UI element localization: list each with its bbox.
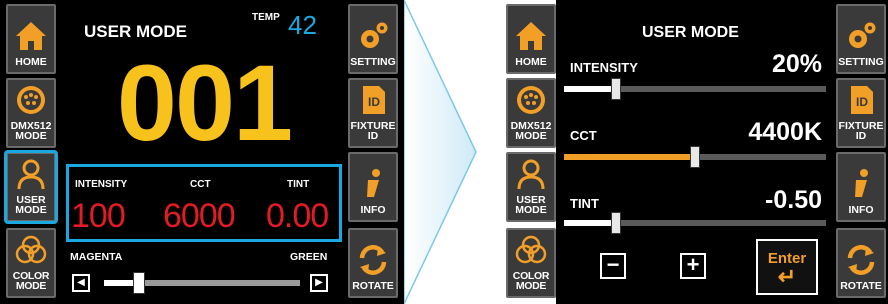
gears-icon [844,19,878,53]
color-circles-icon [514,233,548,267]
cct-value: 6000 [163,197,236,235]
user-icon [514,157,548,191]
rotate-button[interactable]: ROTATE [348,228,398,298]
cct-slider[interactable] [564,146,826,168]
tint-value: 0.00 [266,197,329,235]
setting-button[interactable]: SETTING [348,4,398,74]
tint-slider-thumb[interactable] [133,272,145,294]
color-mode-button-detail[interactable]: COLOR MODE [506,228,556,298]
fixture-id-label: FIXTURE ID [350,120,396,142]
intensity-slider-thumb[interactable] [611,78,621,100]
user-mode-button-detail[interactable]: USER MODE [506,152,556,222]
dmx-connector-icon [14,83,48,117]
tint-label: TINT [287,179,310,190]
minus-button[interactable]: − [600,253,626,279]
color-circles-icon [14,233,48,267]
dmx512-mode-button-detail[interactable]: DMX512 MODE [506,78,556,148]
info-icon [356,167,390,201]
color-mode-button[interactable]: COLOR MODE [6,228,56,298]
cct-slider-label: CCT [570,128,597,143]
rotate-label: ROTATE [352,280,394,292]
rotate-icon [844,243,878,277]
dmx512-mode-label: DMX512 MODE [10,120,52,142]
svg-text:ID: ID [856,95,868,109]
id-card-icon: ID [356,83,390,117]
home-button-detail[interactable]: HOME [506,4,556,74]
home-icon [514,19,548,53]
setting-button-detail[interactable]: SETTING [836,4,886,74]
tint-slider-fill [564,220,616,226]
tint-slider-detail[interactable] [564,212,826,234]
magenta-label: MAGENTA [70,251,123,263]
main-screen: HOME DMX512 MODE USER MODE COLOR MODE SE… [0,0,404,304]
user-mode-label: USER MODE [515,194,547,216]
info-button-detail[interactable]: INFO [836,152,886,222]
tint-slider-label: TINT [570,196,599,211]
green-label: GREEN [290,251,328,263]
home-button[interactable]: HOME [6,4,56,74]
gears-icon [356,19,390,53]
temp-label: TEMP [252,12,280,23]
rotate-label: ROTATE [840,280,882,292]
intensity-slider-label: INTENSITY [570,60,638,75]
setting-label: SETTING [838,56,884,68]
user-icon [14,157,48,191]
intensity-value: 100 [71,197,126,235]
cct-slider-thumb[interactable] [690,146,700,168]
home-icon [14,19,48,53]
user-mode-label: USER MODE [15,194,47,216]
cct-slider-fill [564,154,695,160]
cct-label: CCT [190,179,211,190]
dmx-connector-icon [514,83,548,117]
enter-arrow-icon: ↵ [777,264,797,289]
dmx512-mode-button[interactable]: DMX512 MODE [6,78,56,148]
fixture-id-button[interactable]: ID FIXTURE ID [348,78,398,148]
rotate-icon [356,243,390,277]
plus-button[interactable]: + [680,253,706,279]
tint-slider-value: -0.50 [765,186,822,214]
home-button-label: HOME [515,56,547,68]
fixture-id-label: FIXTURE ID [838,120,884,142]
info-label: INFO [848,204,874,216]
tint-decrease-button[interactable]: ◀ [72,274,90,292]
tint-slider[interactable] [104,272,300,294]
info-label: INFO [360,204,386,216]
setting-label: SETTING [350,56,396,68]
intensity-label: INTENSITY [75,179,128,190]
intensity-slider-value: 20% [771,50,822,78]
detail-title: USER MODE [642,24,739,41]
rotate-button-detail[interactable]: ROTATE [836,228,886,298]
id-card-icon: ID [844,83,878,117]
color-mode-label: COLOR MODE [12,270,50,292]
enter-button[interactable]: Enter ↵ [756,239,818,295]
tint-increase-button[interactable]: ▶ [310,274,328,292]
intensity-slider-fill [564,86,616,92]
fixture-id-button-detail[interactable]: ID FIXTURE ID [836,78,886,148]
tint-slider-thumb[interactable] [611,212,621,234]
user-mode-button[interactable]: USER MODE [4,150,58,224]
color-mode-label: COLOR MODE [512,270,550,292]
intensity-slider[interactable] [564,78,826,100]
info-button[interactable]: INFO [348,152,398,222]
parameter-panel[interactable]: INTENSITY CCT TINT 100 6000 0.00 [66,164,342,242]
home-button-label: HOME [15,56,47,68]
temp-value: 42 [288,10,317,40]
info-icon [844,167,878,201]
page-title: USER MODE [84,22,187,41]
user-mode-number[interactable]: 001 [62,48,346,158]
dmx512-mode-label: DMX512 MODE [510,120,552,142]
cct-slider-value: 4400K [748,118,822,146]
svg-text:ID: ID [368,95,380,109]
